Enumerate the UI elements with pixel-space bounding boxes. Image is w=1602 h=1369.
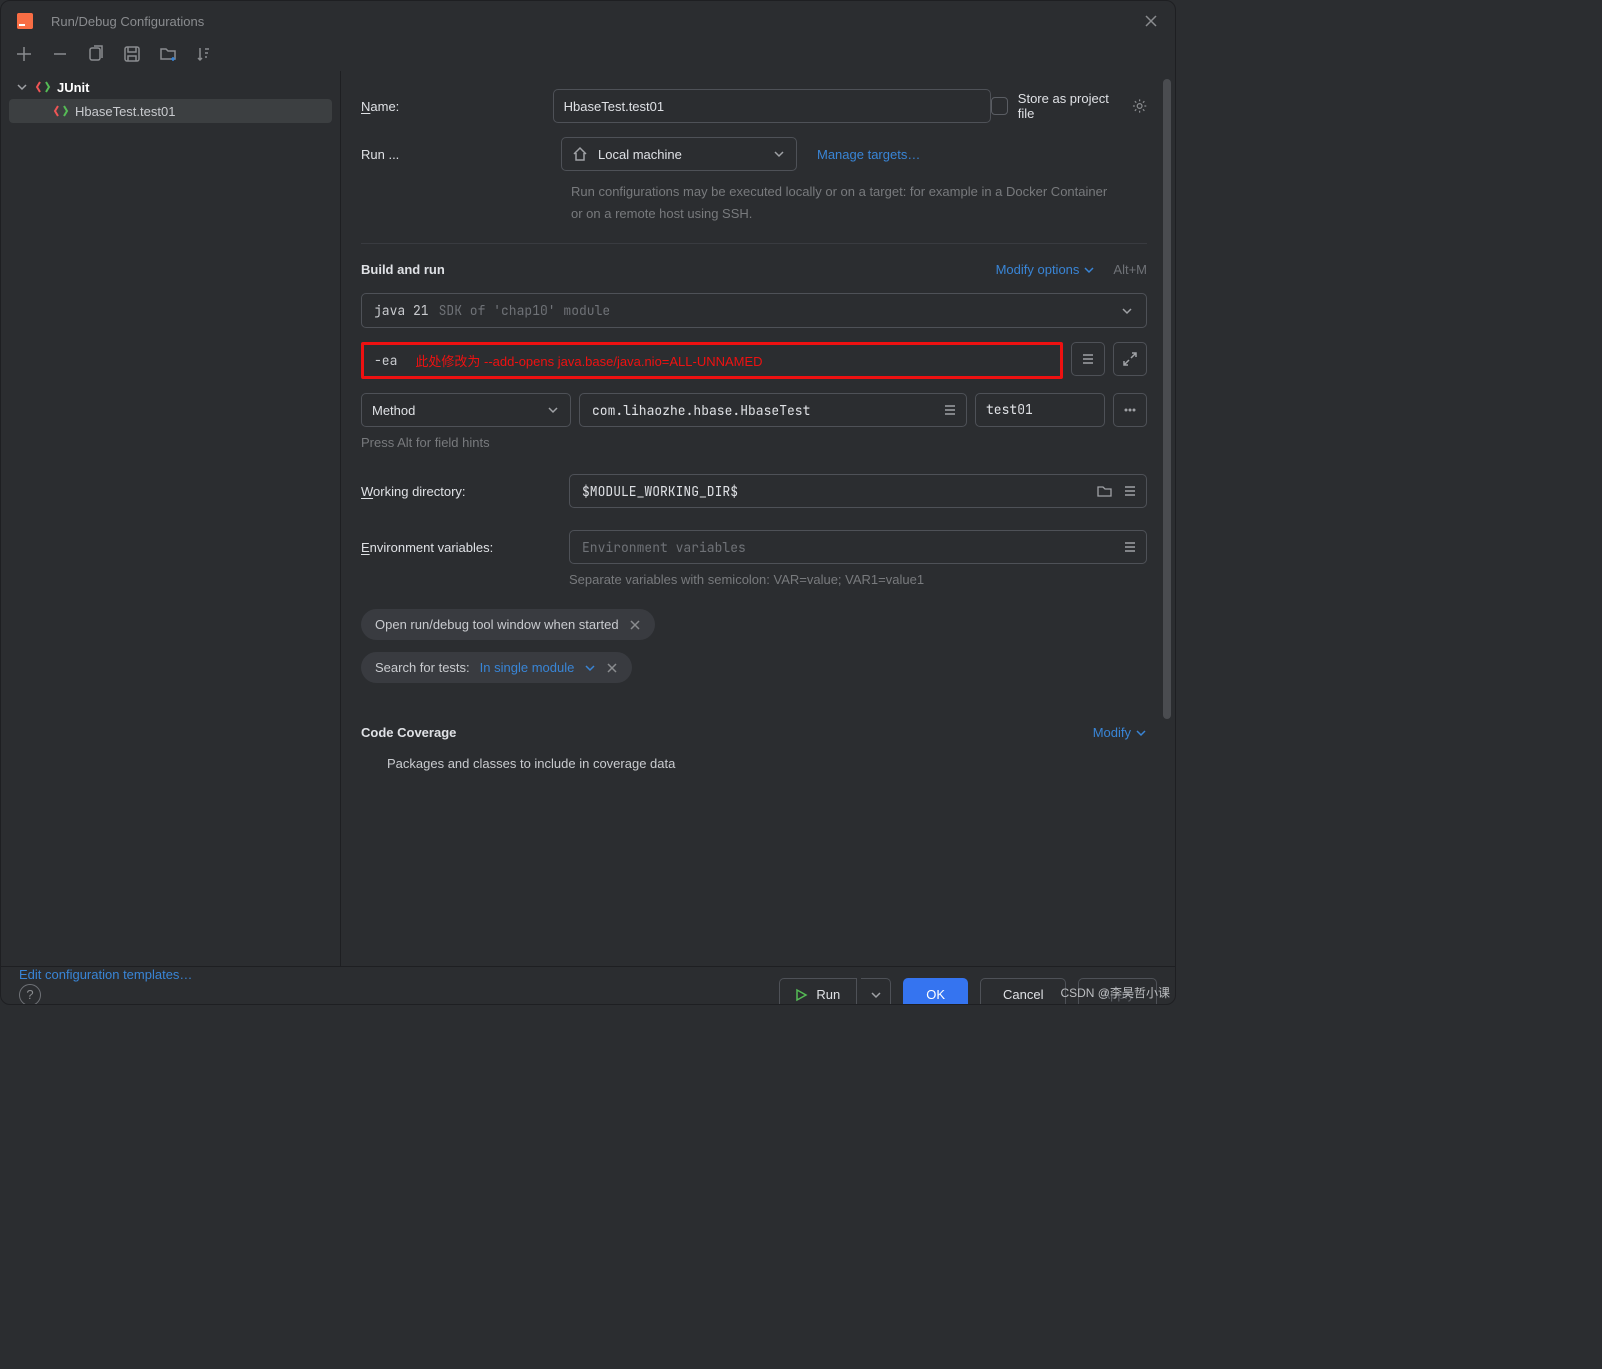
titlebar: Run/Debug Configurations — [1, 1, 1175, 41]
sdk-select[interactable]: java 21 SDK of 'chap10' module — [361, 293, 1147, 328]
list-icon[interactable] — [942, 402, 958, 418]
save-icon[interactable] — [123, 45, 141, 63]
search-scope-link[interactable]: In single module — [480, 660, 575, 675]
folder-icon[interactable] — [1096, 483, 1112, 499]
chevron-down-icon — [15, 80, 29, 94]
test-kind-select[interactable]: Method — [361, 393, 571, 427]
manage-targets-link[interactable]: Manage targets… — [817, 147, 920, 162]
cancel-button[interactable]: Cancel — [980, 978, 1066, 1006]
name-input[interactable] — [553, 89, 991, 123]
edit-templates-link[interactable]: Edit configuration templates… — [19, 967, 192, 982]
sort-az-icon[interactable] — [195, 45, 213, 63]
tree-root-label: JUnit — [57, 80, 90, 95]
ok-button[interactable]: OK — [903, 978, 968, 1006]
chip-open-tool-window[interactable]: Open run/debug tool window when started — [361, 609, 655, 640]
toolbar — [1, 41, 1175, 71]
vm-options-input[interactable]: -ea 此处修改为 --add-opens java.base/java.nio… — [361, 342, 1063, 379]
junit-icon — [53, 103, 69, 119]
close-icon[interactable] — [629, 619, 641, 631]
workdir-label: Working directory: — [361, 484, 569, 499]
tree-item-hbasetest[interactable]: HbaseTest.test01 — [9, 99, 332, 123]
store-checkbox[interactable] — [991, 97, 1008, 115]
chevron-down-icon — [772, 147, 786, 161]
chevron-down-icon — [1083, 264, 1095, 276]
add-icon[interactable] — [15, 45, 33, 63]
close-icon[interactable] — [606, 662, 618, 674]
workdir-input[interactable]: $MODULE_WORKING_DIR$ — [569, 474, 1147, 508]
gear-icon[interactable] — [1132, 98, 1147, 114]
modify-options-link[interactable]: Modify options — [996, 262, 1096, 277]
junit-icon — [35, 79, 51, 95]
chevron-down-icon — [1120, 304, 1134, 318]
list-icon-button[interactable] — [1071, 342, 1105, 376]
close-icon[interactable] — [1141, 11, 1161, 31]
run-on-help: Run configurations may be executed local… — [571, 181, 1111, 225]
coverage-sub: Packages and classes to include in cover… — [361, 756, 1147, 771]
store-label: Store as project file — [1018, 91, 1124, 121]
scrollbar[interactable] — [1163, 79, 1171, 719]
play-icon — [794, 988, 808, 1002]
list-icon[interactable] — [1122, 483, 1138, 499]
chevron-down-icon — [546, 403, 560, 417]
chevron-down-icon — [870, 989, 882, 1001]
folder-add-icon[interactable] — [159, 45, 177, 63]
run-button-dropdown[interactable] — [861, 978, 891, 1006]
sidebar: JUnit HbaseTest.test01 Edit configuratio… — [1, 71, 341, 966]
tree-root-junit[interactable]: JUnit — [9, 75, 332, 99]
env-hint: Separate variables with semicolon: VAR=v… — [569, 572, 1147, 587]
env-label: Environment variables: — [361, 540, 569, 555]
run-on-select[interactable]: Local machine — [561, 137, 797, 171]
window-title: Run/Debug Configurations — [51, 14, 1141, 29]
help-button[interactable]: ? — [19, 984, 41, 1006]
field-hints: Press Alt for field hints — [361, 435, 1147, 450]
env-input[interactable]: Environment variables — [569, 530, 1147, 564]
vm-annotation: 此处修改为 --add-opens java.base/java.nio=ALL… — [415, 351, 762, 370]
list-icon[interactable] — [1122, 539, 1138, 555]
coverage-title: Code Coverage — [361, 725, 1093, 740]
run-on-label: Run ... — [361, 147, 561, 162]
tree-item-label: HbaseTest.test01 — [75, 104, 175, 119]
shortcut-hint: Alt+M — [1113, 262, 1147, 277]
test-class-input[interactable]: com.lihaozhe.hbase.HbaseTest — [579, 393, 967, 427]
copy-icon[interactable] — [87, 45, 105, 63]
home-icon — [572, 146, 588, 162]
chip-search-tests[interactable]: Search for tests: In single module — [361, 652, 632, 683]
app-logo-icon — [15, 11, 35, 31]
remove-icon[interactable] — [51, 45, 69, 63]
coverage-modify-link[interactable]: Modify — [1093, 725, 1147, 740]
name-label: Name: — [361, 99, 553, 114]
more-icon-button[interactable] — [1113, 393, 1147, 427]
watermark: CSDN @李昊哲小课 — [1060, 984, 1170, 1001]
run-button[interactable]: Run — [779, 978, 857, 1006]
chevron-down-icon — [584, 662, 596, 674]
expand-icon-button[interactable] — [1113, 342, 1147, 376]
test-method-input[interactable]: test01 — [975, 393, 1105, 427]
chevron-down-icon — [1135, 727, 1147, 739]
build-run-title: Build and run — [361, 262, 996, 277]
